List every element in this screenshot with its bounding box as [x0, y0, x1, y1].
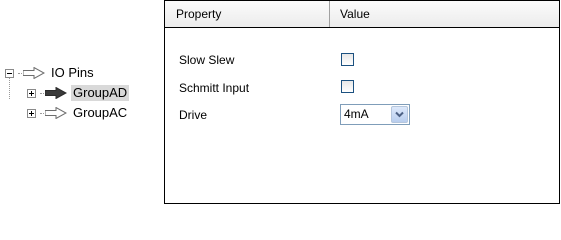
arrow-right-icon — [45, 107, 67, 119]
tree-node-groupac[interactable]: GroupAC — [27, 104, 129, 122]
tree-connector — [40, 112, 44, 114]
tree-connector — [40, 92, 44, 94]
collapse-icon[interactable] — [5, 68, 14, 78]
pin-group-tree: IO Pins GroupAD GroupAC — [0, 0, 160, 206]
slow-slew-label: Slow Slew — [179, 53, 235, 67]
property-grid: Property Value Slow Slew Schmitt Input D… — [164, 0, 560, 204]
drive-label: Drive — [179, 108, 208, 122]
arrow-right-icon — [23, 67, 45, 79]
schmitt-input-checkbox[interactable] — [341, 80, 354, 93]
tree-node-label: GroupAD — [71, 85, 130, 101]
slow-slew-checkbox[interactable] — [341, 53, 354, 66]
tree-node-label: GroupAC — [73, 105, 128, 120]
drive-select-value: 4mA — [344, 107, 369, 121]
tree-node-label: IO Pins — [51, 65, 94, 80]
expand-icon[interactable] — [27, 88, 36, 98]
grid-header: Property Value — [165, 1, 559, 28]
dropdown-button[interactable] — [391, 106, 408, 123]
column-header-property[interactable]: Property — [165, 1, 330, 27]
tree-node-io-pins[interactable]: IO Pins — [5, 64, 96, 82]
drive-select[interactable]: 4mA — [340, 104, 410, 125]
arrow-right-icon — [45, 87, 67, 99]
tree-connector — [18, 72, 22, 74]
schmitt-input-label: Schmitt Input — [179, 81, 250, 95]
expand-icon[interactable] — [27, 108, 36, 118]
column-header-value[interactable]: Value — [330, 1, 559, 27]
tree-node-groupad[interactable]: GroupAD — [27, 84, 130, 102]
chevron-down-icon — [395, 111, 404, 118]
